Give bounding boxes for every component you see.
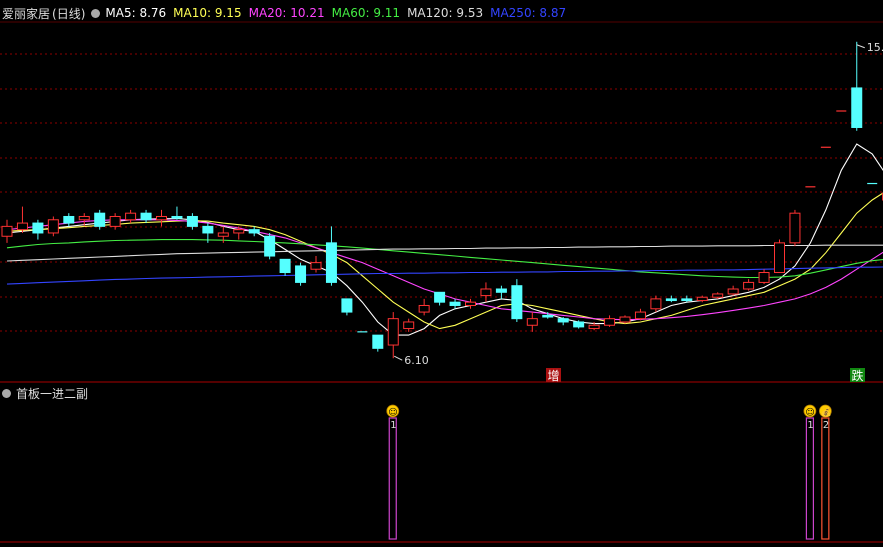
candle-body [233,229,245,234]
candle-body [125,212,137,221]
candle-body [743,281,755,290]
candle-body [851,87,863,128]
candle-body [634,311,646,320]
period-label: (日线) [52,6,86,21]
ma-readout-ma5: MA5: 8.76 [105,6,167,20]
candle-body [47,219,59,234]
chart-header: 爱丽家居 (日线) MA5: 8.76 MA10: 9.15 MA20: 10.21… [2,5,573,21]
candle-body [696,296,708,302]
candle-body [94,212,106,227]
candle-body [310,262,322,270]
kline-chart[interactable]: 15.7 6.10 增 跌 ☺ 1 ☺ 1 💰 2 [0,0,883,547]
candle-body [32,222,44,234]
candle-body [712,293,724,298]
candle-body [63,215,75,224]
signal-label: 1 [807,420,813,431]
candle-body [665,298,677,302]
candle-body [140,212,152,221]
candle-body [557,318,569,323]
candle-body [418,304,430,313]
candle-body [1,225,13,237]
candle-body [264,235,276,257]
candle-body [480,288,492,297]
candle-body [403,321,415,330]
candle-body [248,229,260,234]
signal-label: 1 [390,420,396,431]
ma-readout-ma20: MA20: 10.21 [248,6,325,20]
low-pointer [394,355,403,361]
candle-body [202,225,214,234]
candle-body [774,242,785,274]
signal-emoji: ☺ [805,407,814,418]
candle-body [449,301,461,306]
ma-readout-ma60: MA60: 9.11 [331,6,401,20]
tag-zeng: 增 [548,369,560,383]
candle-body [156,215,167,221]
candle-body [434,291,446,303]
candle-body [325,242,337,283]
low-price-label: 6.10 [404,354,429,367]
candle-body [372,334,384,349]
indicator-title: 首板一进二副 [16,386,89,401]
ma-readout-ma250: MA250: 8.87 [490,6,567,20]
candle-body [171,215,183,219]
candle-body [279,258,291,274]
collapse-icon[interactable] [91,8,101,18]
indicator-header: 首板一进二副 [2,385,88,401]
candle-body [387,318,399,346]
candle-body [650,298,662,310]
ma-line-ma250 [6,266,883,285]
candle-body [681,298,693,302]
signal-bar [805,417,815,540]
candle-body [16,222,28,231]
candle-body [588,324,600,330]
candle-body [465,301,476,306]
stock-name: 爱丽家居 [2,6,51,21]
candle-body [295,265,307,283]
ma-line-ma120 [6,244,883,262]
signal-bar [821,417,830,540]
candle-body [511,285,523,320]
candle-body [758,272,770,283]
indicator-collapse-icon[interactable] [2,388,11,398]
ma-readout-ma120: MA120: 9.53 [407,6,484,20]
candle-body [727,288,739,295]
candle-body [619,316,631,323]
ma-readout-ma10: MA10: 9.15 [173,6,242,20]
candle-body [604,318,616,326]
signal-emoji: ☺ [388,407,397,418]
candle-body [789,212,801,244]
signal-bar [388,417,397,540]
candle-body [341,298,353,313]
candle-body [542,314,554,318]
signal-label: 2 [823,420,829,431]
candle-body [186,215,198,227]
high-pointer [856,44,865,49]
candle-body [109,215,121,227]
candle-body [495,288,507,293]
candle-body [526,318,538,326]
candle-body [78,215,90,221]
high-price-label: 15.7 [867,41,883,54]
tag-die: 跌 [852,368,864,383]
candle-body [573,321,585,328]
signal-emoji: 💰 [821,406,832,418]
candle-body [217,232,229,237]
